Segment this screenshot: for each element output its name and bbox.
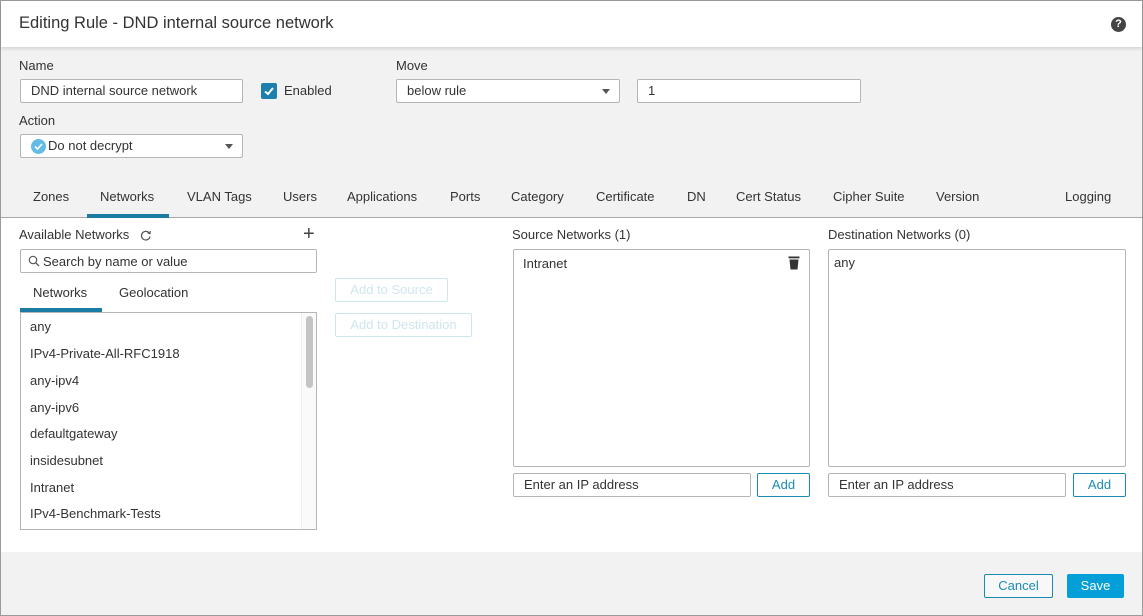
tab-dn[interactable]: DN [687,189,706,204]
trash-icon[interactable] [788,256,800,270]
tab-category[interactable]: Category [511,189,564,204]
list-item[interactable]: IPv4-Private-All-RFC1918 [30,346,180,361]
check-circle-icon [31,139,46,154]
list-item[interactable]: IPv4-Benchmark-Tests [30,506,161,521]
destination-networks-box: any [828,249,1126,467]
add-to-source-button[interactable]: Add to Source [335,278,448,302]
tab-networks[interactable]: Networks [100,189,154,204]
tab-logging[interactable]: Logging [1065,189,1111,204]
source-ip-input[interactable]: Enter an IP address [513,473,751,497]
action-select[interactable]: Do not decrypt [20,134,243,158]
list-item[interactable]: any [30,319,51,334]
available-networks-title: Available Networks [19,227,130,242]
destination-networks-title: Destination Networks (0) [828,227,971,242]
name-label: Name [19,58,54,73]
search-placeholder: Search by name or value [43,254,188,269]
search-input[interactable]: Search by name or value [20,249,317,273]
dialog-title: Editing Rule - DND internal source netwo… [19,14,334,32]
enabled-label: Enabled [284,83,332,98]
checkmark-icon [264,87,274,96]
tab-applications[interactable]: Applications [347,189,417,204]
tab-vlan-tags[interactable]: VLAN Tags [187,189,252,204]
action-label: Action [19,113,56,128]
source-add-button[interactable]: Add [757,473,810,497]
subtab-networks[interactable]: Networks [33,285,87,300]
dialog-header: Editing Rule - DND internal source netwo… [1,1,1142,47]
move-select[interactable]: below rule [396,79,620,103]
action-select-value: Do not decrypt [48,138,133,153]
scrollbar[interactable] [301,313,316,529]
tab-ports[interactable]: Ports [450,189,480,204]
refresh-icon[interactable] [139,229,152,242]
source-networks-box: Intranet [513,249,810,467]
list-item[interactable]: defaultgateway [30,426,117,441]
list-item[interactable]: any-ipv6 [30,400,79,415]
add-to-destination-button[interactable]: Add to Destination [335,313,472,337]
add-network-plus-icon[interactable]: + [303,224,315,244]
tab-version[interactable]: Version [936,189,979,204]
tab-zones[interactable]: Zones [33,189,69,204]
list-item[interactable]: insidesubnet [30,453,103,468]
move-select-value: below rule [407,83,467,98]
help-icon[interactable]: ? [1111,17,1126,32]
move-label: Move [396,58,428,73]
edit-rule-dialog: Editing Rule - DND internal source netwo… [0,0,1143,616]
scrollbar-thumb[interactable] [306,316,313,388]
destination-add-button[interactable]: Add [1073,473,1126,497]
tab-cert-status[interactable]: Cert Status [736,189,801,204]
chevron-down-icon [602,89,610,94]
destination-network-item: any [834,255,855,270]
enabled-checkbox[interactable] [261,83,277,99]
move-position-input[interactable]: 1 [637,79,861,103]
tab-users[interactable]: Users [283,189,317,204]
destination-ip-input[interactable]: Enter an IP address [828,473,1066,497]
source-networks-title: Source Networks (1) [512,227,631,242]
available-networks-list: any IPv4-Private-All-RFC1918 any-ipv4 an… [20,312,317,530]
rule-tabs: Zones Networks VLAN Tags Users Applicati… [1,179,1142,218]
cancel-button[interactable]: Cancel [984,574,1053,598]
save-button[interactable]: Save [1067,574,1124,598]
source-network-item: Intranet [523,256,568,271]
name-input[interactable]: DND internal source network [20,79,243,103]
subtab-geolocation[interactable]: Geolocation [119,285,188,300]
tab-certificate[interactable]: Certificate [596,189,655,204]
tab-cipher-suite[interactable]: Cipher Suite [833,189,905,204]
list-item[interactable]: Intranet [30,480,74,495]
search-icon [28,255,40,267]
list-item[interactable]: any-ipv4 [30,373,79,388]
chevron-down-icon [225,144,233,149]
